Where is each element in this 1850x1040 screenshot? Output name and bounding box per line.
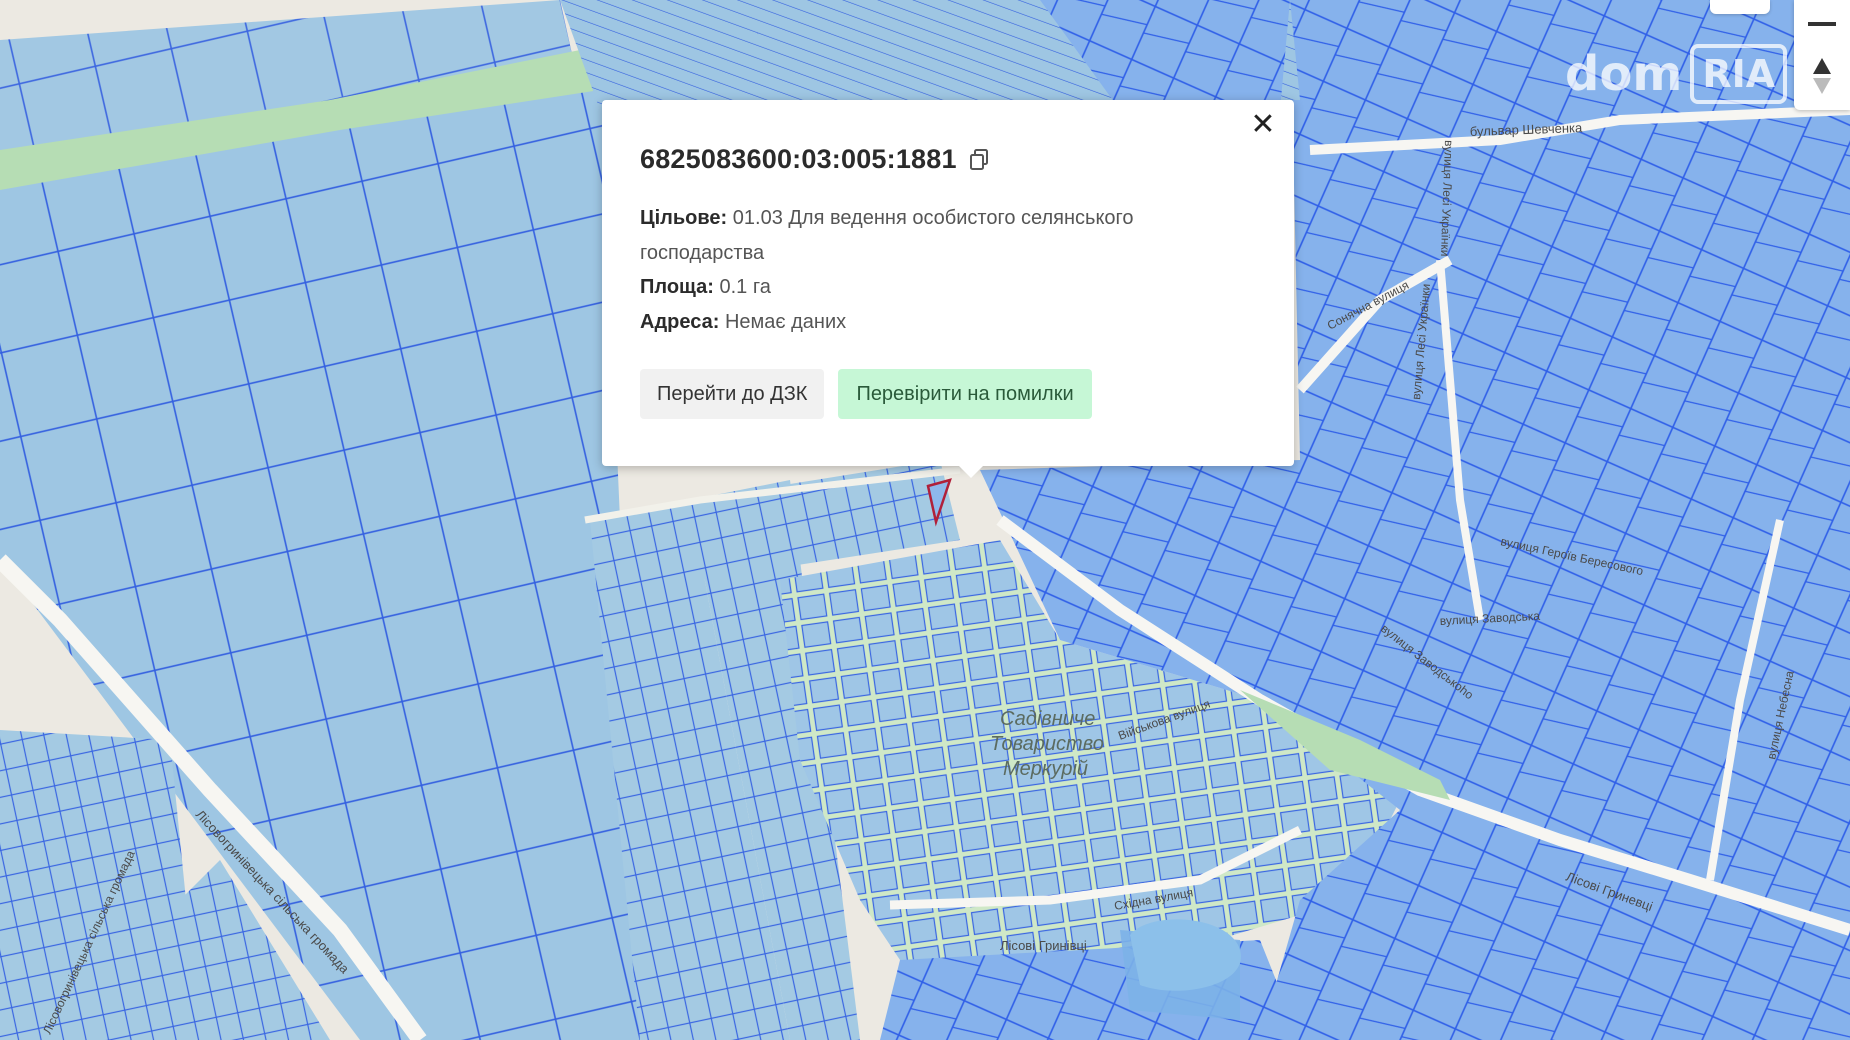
zoom-out-icon[interactable] [1808,22,1836,26]
street-label-lisovi-hrynivtsi: Лісові Гринівці [1000,938,1087,953]
purpose-label: Цільове: [640,207,728,229]
garden-area-label-3: Меркурій [1003,758,1088,780]
close-icon[interactable]: ✕ [1250,110,1276,140]
cadastral-number: 6825083600:03:005:1881 [640,144,957,174]
popup-pointer [959,466,983,478]
garden-area-label-1: Садівниче [1000,708,1095,730]
goto-dzk-button[interactable]: Перейти до ДЗК [640,369,825,419]
map-controls [1794,0,1850,110]
parcel-area: Площа: 0.1 га [640,270,1256,305]
copy-icon[interactable] [969,148,989,171]
parcel-info-popup: ✕ 6825083600:03:005:1881 Цільове: 01.03 … [602,100,1294,478]
parcel-address: Адреса: Немає даних [640,305,1256,340]
address-value: Немає даних [724,310,847,333]
zoom-in-button[interactable] [1710,0,1770,14]
address-label: Адреса: [640,310,720,333]
garden-area-label-2: Товариство [990,733,1104,755]
area-label: Площа: [640,276,714,298]
area-value: 0.1 га [719,276,771,298]
parcel-purpose: Цільове: 01.03 Для ведення особистого се… [640,201,1256,270]
check-errors-button[interactable]: Перевірити на помилки [838,369,1092,419]
compass-icon[interactable] [1809,56,1835,96]
